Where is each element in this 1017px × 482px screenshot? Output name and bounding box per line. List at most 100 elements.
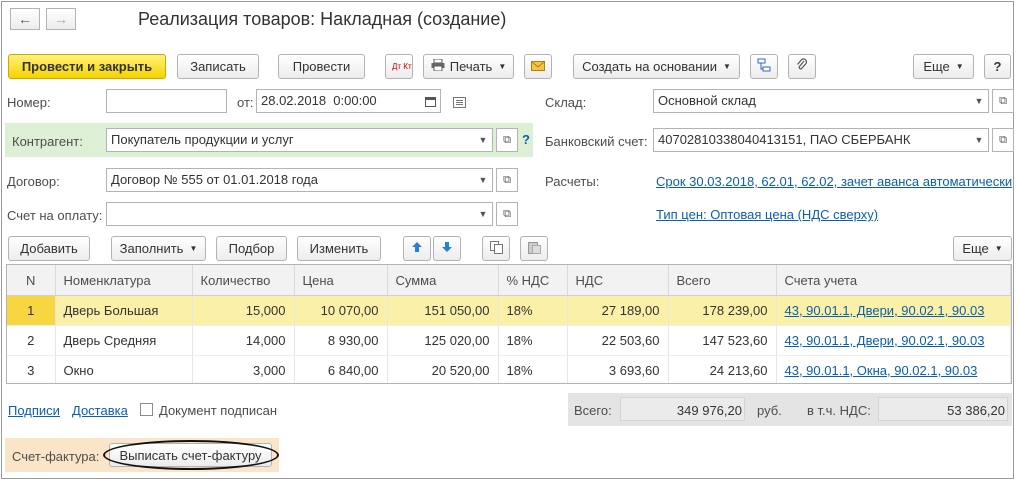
row-number-cell[interactable]: 2	[7, 325, 56, 356]
total-cell[interactable]: 147 523,60	[668, 325, 777, 356]
payment-invoice-input[interactable]: ▼	[106, 202, 493, 226]
number-input[interactable]	[106, 89, 227, 113]
document-signed-label: Документ подписан	[159, 403, 278, 418]
quantity-cell[interactable]: 15,000	[192, 295, 295, 326]
forward-button[interactable]: →	[46, 8, 76, 30]
chevron-down-icon[interactable]: ▼	[474, 203, 492, 225]
contract-input[interactable]: Договор № 555 от 01.01.2018 года ▼	[106, 168, 493, 192]
accounts-link[interactable]: 43, 90.01.1, Окна, 90.02.1, 90.03	[776, 355, 1011, 383]
quantity-cell[interactable]: 3,000	[192, 355, 295, 383]
document-signed-checkbox[interactable]	[140, 403, 153, 416]
column-header[interactable]: Всего	[668, 265, 777, 296]
move-up-button[interactable]	[403, 236, 431, 261]
help-button[interactable]: ?	[984, 54, 1011, 79]
column-header[interactable]: Количество	[192, 265, 295, 296]
email-button[interactable]	[524, 54, 552, 79]
post-button[interactable]: Провести	[278, 54, 365, 79]
create-based-on-button[interactable]: Создать на основании ▼	[573, 54, 740, 79]
chevron-down-icon[interactable]: ▼	[474, 169, 492, 191]
column-header[interactable]: Сумма	[387, 265, 499, 296]
table-row[interactable]: 1 Дверь Большая 15,000 10 070,00 151 050…	[7, 295, 1011, 326]
chevron-down-icon: ▼	[498, 62, 507, 71]
calendar-icon[interactable]	[420, 90, 440, 112]
row-number-cell[interactable]: 3	[7, 355, 56, 383]
price-cell[interactable]: 8 930,00	[294, 325, 388, 356]
paste-button[interactable]	[520, 236, 548, 261]
price-cell[interactable]: 10 070,00	[294, 295, 388, 326]
counterparty-help-icon[interactable]: ?	[522, 132, 530, 147]
table-header: N Номенклатура Количество Цена Сумма % Н…	[7, 265, 1011, 296]
counterparty-input[interactable]: Покупатель продукции и услуг ▼	[106, 128, 493, 152]
chevron-down-icon[interactable]: ▼	[970, 90, 988, 112]
chevron-down-icon[interactable]: ▼	[970, 129, 988, 151]
print-button[interactable]: Печать ▼	[423, 54, 514, 79]
bank-account-input[interactable]: 40702810338040413151, ПАО СБЕРБАНК ▼	[653, 128, 989, 152]
quantity-cell[interactable]: 14,000	[192, 325, 295, 356]
document-list-icon[interactable]	[453, 96, 466, 111]
more-button[interactable]: Еще ▼	[913, 54, 974, 79]
signatures-link[interactable]: Подписи	[8, 403, 60, 418]
date-input[interactable]: 28.02.2018 0:00:00	[256, 89, 441, 113]
warehouse-open-button[interactable]: ⧉	[992, 89, 1014, 113]
total-cell[interactable]: 178 239,00	[668, 295, 777, 326]
warehouse-input[interactable]: Основной склад ▼	[653, 89, 989, 113]
change-button[interactable]: Изменить	[297, 236, 381, 261]
total-label: Всего:	[574, 403, 612, 418]
row-number-cell[interactable]: 1	[7, 295, 56, 326]
item-cell[interactable]: Дверь Большая	[55, 295, 193, 326]
price-type-link[interactable]: Тип цен: Оптовая цена (НДС сверху)	[656, 207, 878, 222]
add-row-button[interactable]: Добавить	[8, 236, 90, 261]
structure-button[interactable]	[750, 54, 778, 79]
settlements-link[interactable]: Срок 30.03.2018, 62.01, 62.02, зачет ава…	[656, 174, 1012, 189]
table-row[interactable]: 3 Окно 3,000 6 840,00 20 520,00 18% 3 69…	[7, 355, 1011, 383]
vat-rate-cell[interactable]: 18%	[498, 295, 568, 326]
column-header[interactable]: Цена	[294, 265, 388, 296]
item-cell[interactable]: Дверь Средняя	[55, 325, 193, 356]
vat-rate-cell[interactable]: 18%	[498, 325, 568, 356]
accounts-link[interactable]: 43, 90.01.1, Двери, 90.02.1, 90.03	[776, 325, 1011, 356]
copy-row-button[interactable]	[482, 236, 510, 261]
amount-cell[interactable]: 125 020,00	[387, 325, 499, 356]
vat-cell[interactable]: 22 503,60	[567, 325, 669, 356]
vat-cell[interactable]: 27 189,00	[567, 295, 669, 326]
total-cell[interactable]: 24 213,60	[668, 355, 777, 383]
arrow-down-icon	[441, 241, 453, 256]
invoice-label: Счет-фактура:	[12, 449, 100, 464]
vat-total-value: 53 386,20	[947, 403, 1005, 418]
chevron-down-icon: ▼	[722, 62, 731, 71]
move-down-button[interactable]	[433, 236, 461, 261]
column-header[interactable]: Номенклатура	[55, 265, 193, 296]
column-header[interactable]: N	[7, 265, 56, 296]
post-and-close-button[interactable]: Провести и закрыть	[8, 54, 166, 79]
back-button[interactable]: ←	[10, 8, 40, 30]
table-row[interactable]: 2 Дверь Средняя 14,000 8 930,00 125 020,…	[7, 325, 1011, 356]
fill-button[interactable]: Заполнить ▼	[111, 236, 206, 261]
amount-cell[interactable]: 151 050,00	[387, 295, 499, 326]
table-more-button[interactable]: Еще ▼	[953, 236, 1012, 261]
counterparty-open-button[interactable]: ⧉	[496, 128, 518, 152]
item-cell[interactable]: Окно	[55, 355, 193, 383]
vat-rate-cell[interactable]: 18%	[498, 355, 568, 383]
bank-account-open-button[interactable]: ⧉	[992, 128, 1014, 152]
contract-open-button[interactable]: ⧉	[496, 168, 518, 192]
number-label: Номер:	[7, 95, 51, 110]
amount-cell[interactable]: 20 520,00	[387, 355, 499, 383]
save-button[interactable]: Записать	[177, 54, 259, 79]
vat-cell[interactable]: 3 693,60	[567, 355, 669, 383]
page-title: Реализация товаров: Накладная (создание)	[138, 9, 507, 29]
column-header[interactable]: Счета учета	[776, 265, 1011, 296]
accounts-link[interactable]: 43, 90.01.1, Двери, 90.02.1, 90.03	[776, 295, 1011, 326]
column-header[interactable]: НДС	[567, 265, 669, 296]
select-items-button[interactable]: Подбор	[216, 236, 287, 261]
dt-kt-button[interactable]: Дт Кт	[385, 54, 413, 79]
delivery-link[interactable]: Доставка	[72, 403, 128, 418]
column-header[interactable]: % НДС	[498, 265, 568, 296]
payment-invoice-open-button[interactable]: ⧉	[496, 202, 518, 226]
bank-account-label: Банковский счет:	[545, 134, 648, 149]
chevron-down-icon[interactable]: ▼	[474, 129, 492, 151]
payment-invoice-label: Счет на оплату:	[7, 208, 103, 223]
envelope-icon	[531, 59, 545, 74]
price-cell[interactable]: 6 840,00	[294, 355, 388, 383]
attach-button[interactable]	[788, 54, 816, 79]
goods-table[interactable]: N Номенклатура Количество Цена Сумма % Н…	[6, 264, 1012, 384]
